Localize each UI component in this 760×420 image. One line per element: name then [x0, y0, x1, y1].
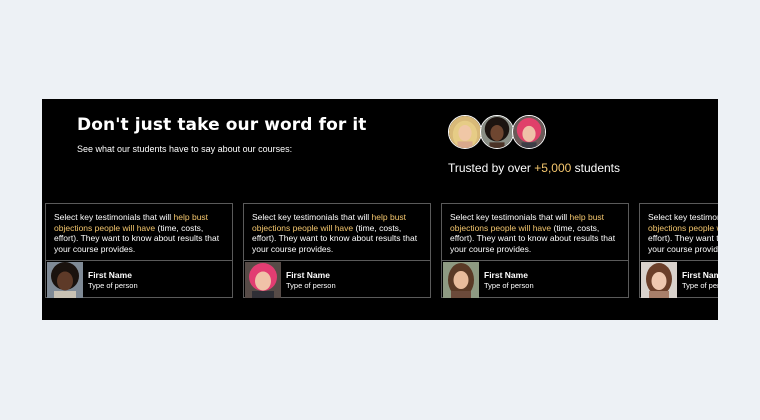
blonde-woman-avatar — [448, 115, 482, 149]
quote-text: Select key testimonials that will — [648, 212, 718, 222]
testimonial-quote: Select key testimonials that will help b… — [252, 212, 428, 254]
curly-haired-woman-photo — [47, 262, 83, 298]
testimonial-quote: Select key testimonials that will help b… — [54, 212, 230, 254]
card-divider — [46, 260, 232, 261]
curly-haired-woman-avatar — [480, 115, 514, 149]
quote-text: Select key testimonials that will — [54, 212, 174, 222]
card-divider — [244, 260, 430, 261]
testimonial-card: Select key testimonials that will help b… — [441, 203, 629, 298]
testimonial-role: Type of person — [286, 281, 336, 290]
trust-prefix: Trusted by over — [448, 161, 535, 175]
testimonial-quote: Select key testimonials that will help b… — [648, 212, 718, 254]
testimonial-role: Type of person — [682, 281, 718, 290]
brunette-woman-photo — [641, 262, 677, 298]
testimonial-name: First Name — [484, 270, 528, 280]
testimonial-quote: Select key testimonials that will help b… — [450, 212, 626, 254]
section-subheading: See what our students have to say about … — [77, 144, 293, 154]
testimonial-name: First Name — [286, 270, 330, 280]
testimonial-role: Type of person — [484, 281, 534, 290]
card-divider — [442, 260, 628, 261]
pink-haired-woman-photo — [245, 262, 281, 298]
testimonial-name: First Name — [88, 270, 132, 280]
card-divider — [640, 260, 718, 261]
testimonial-name: First Name — [682, 270, 718, 280]
trust-statement: Trusted by over +5,000 students — [448, 161, 620, 175]
long-haired-woman-photo — [443, 262, 479, 298]
trust-suffix: students — [571, 161, 621, 175]
student-count: +5,000 — [534, 161, 572, 175]
testimonial-card: Select key testimonials that will help b… — [243, 203, 431, 298]
testimonial-role: Type of person — [88, 281, 138, 290]
testimonial-card: Select key testimonials that will help b… — [45, 203, 233, 298]
quote-text: Select key testimonials that will — [450, 212, 570, 222]
quote-text: Select key testimonials that will — [252, 212, 372, 222]
pink-haired-woman-avatar — [512, 115, 546, 149]
testimonial-card: Select key testimonials that will help b… — [639, 203, 718, 298]
section-heading: Don't just take our word for it — [77, 115, 367, 135]
testimonials-section: Don't just take our word for it See what… — [42, 99, 718, 320]
